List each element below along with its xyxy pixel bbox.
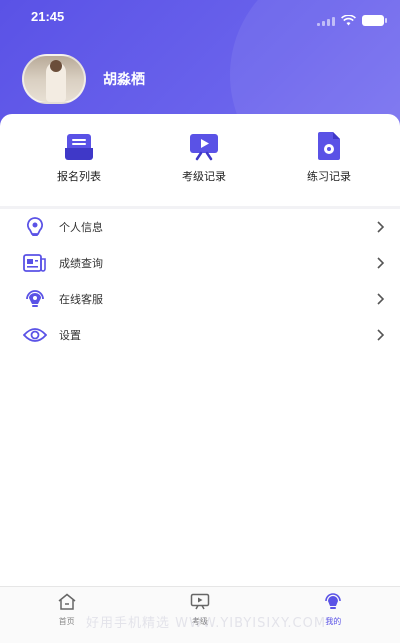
menu-item-personal-info[interactable]: 个人信息: [0, 209, 400, 245]
menu-item-score-query[interactable]: 成绩查询: [0, 245, 400, 281]
settings-eye-icon: [23, 323, 47, 347]
quick-action-label: 考级记录: [182, 170, 226, 183]
score-query-icon: [23, 251, 47, 275]
user-name: 胡淼栖: [103, 72, 145, 88]
personal-info-icon: [23, 215, 47, 239]
battery-icon: [362, 15, 387, 26]
menu-item-customer-service[interactable]: 在线客服: [0, 281, 400, 317]
menu-item-label: 成绩查询: [59, 257, 103, 270]
chevron-right-icon: [377, 221, 385, 233]
cellular-signal-icon: [317, 16, 335, 26]
practice-record-icon: [313, 131, 345, 161]
user-profile[interactable]: 胡淼栖: [22, 54, 145, 104]
menu-item-label: 在线客服: [59, 293, 103, 306]
quick-actions-card: 报名列表 考级记录 练习记录: [0, 114, 400, 206]
settings-menu: 个人信息 成绩查询 在线客服 设置: [0, 209, 400, 353]
tab-label: 首页: [58, 617, 75, 626]
home-icon: [57, 593, 77, 614]
menu-item-label: 设置: [59, 329, 81, 342]
quick-action-label: 练习记录: [307, 170, 351, 183]
avatar[interactable]: [22, 54, 86, 104]
status-time: 21:45: [31, 9, 65, 24]
quick-action-label: 报名列表: [57, 170, 101, 183]
me-icon: [323, 593, 343, 614]
exam-record-icon: [188, 131, 220, 161]
quick-action-registration-list[interactable]: 报名列表: [24, 114, 134, 206]
chevron-right-icon: [377, 257, 385, 269]
customer-service-icon: [23, 287, 47, 311]
exam-icon: [190, 593, 210, 614]
chevron-right-icon: [377, 293, 385, 305]
status-bar: 21:45: [0, 0, 400, 34]
quick-action-exam-record[interactable]: 考级记录: [149, 114, 259, 206]
wifi-icon: [341, 11, 356, 30]
quick-action-practice-record[interactable]: 练习记录: [274, 114, 384, 206]
menu-item-settings[interactable]: 设置: [0, 317, 400, 353]
tab-label: 我的: [325, 617, 342, 626]
menu-item-label: 个人信息: [59, 221, 103, 234]
watermark: 好用手机精选 WWW.YIBYISIXY.COM: [86, 616, 327, 631]
registration-list-icon: [63, 131, 95, 161]
chevron-right-icon: [377, 329, 385, 341]
